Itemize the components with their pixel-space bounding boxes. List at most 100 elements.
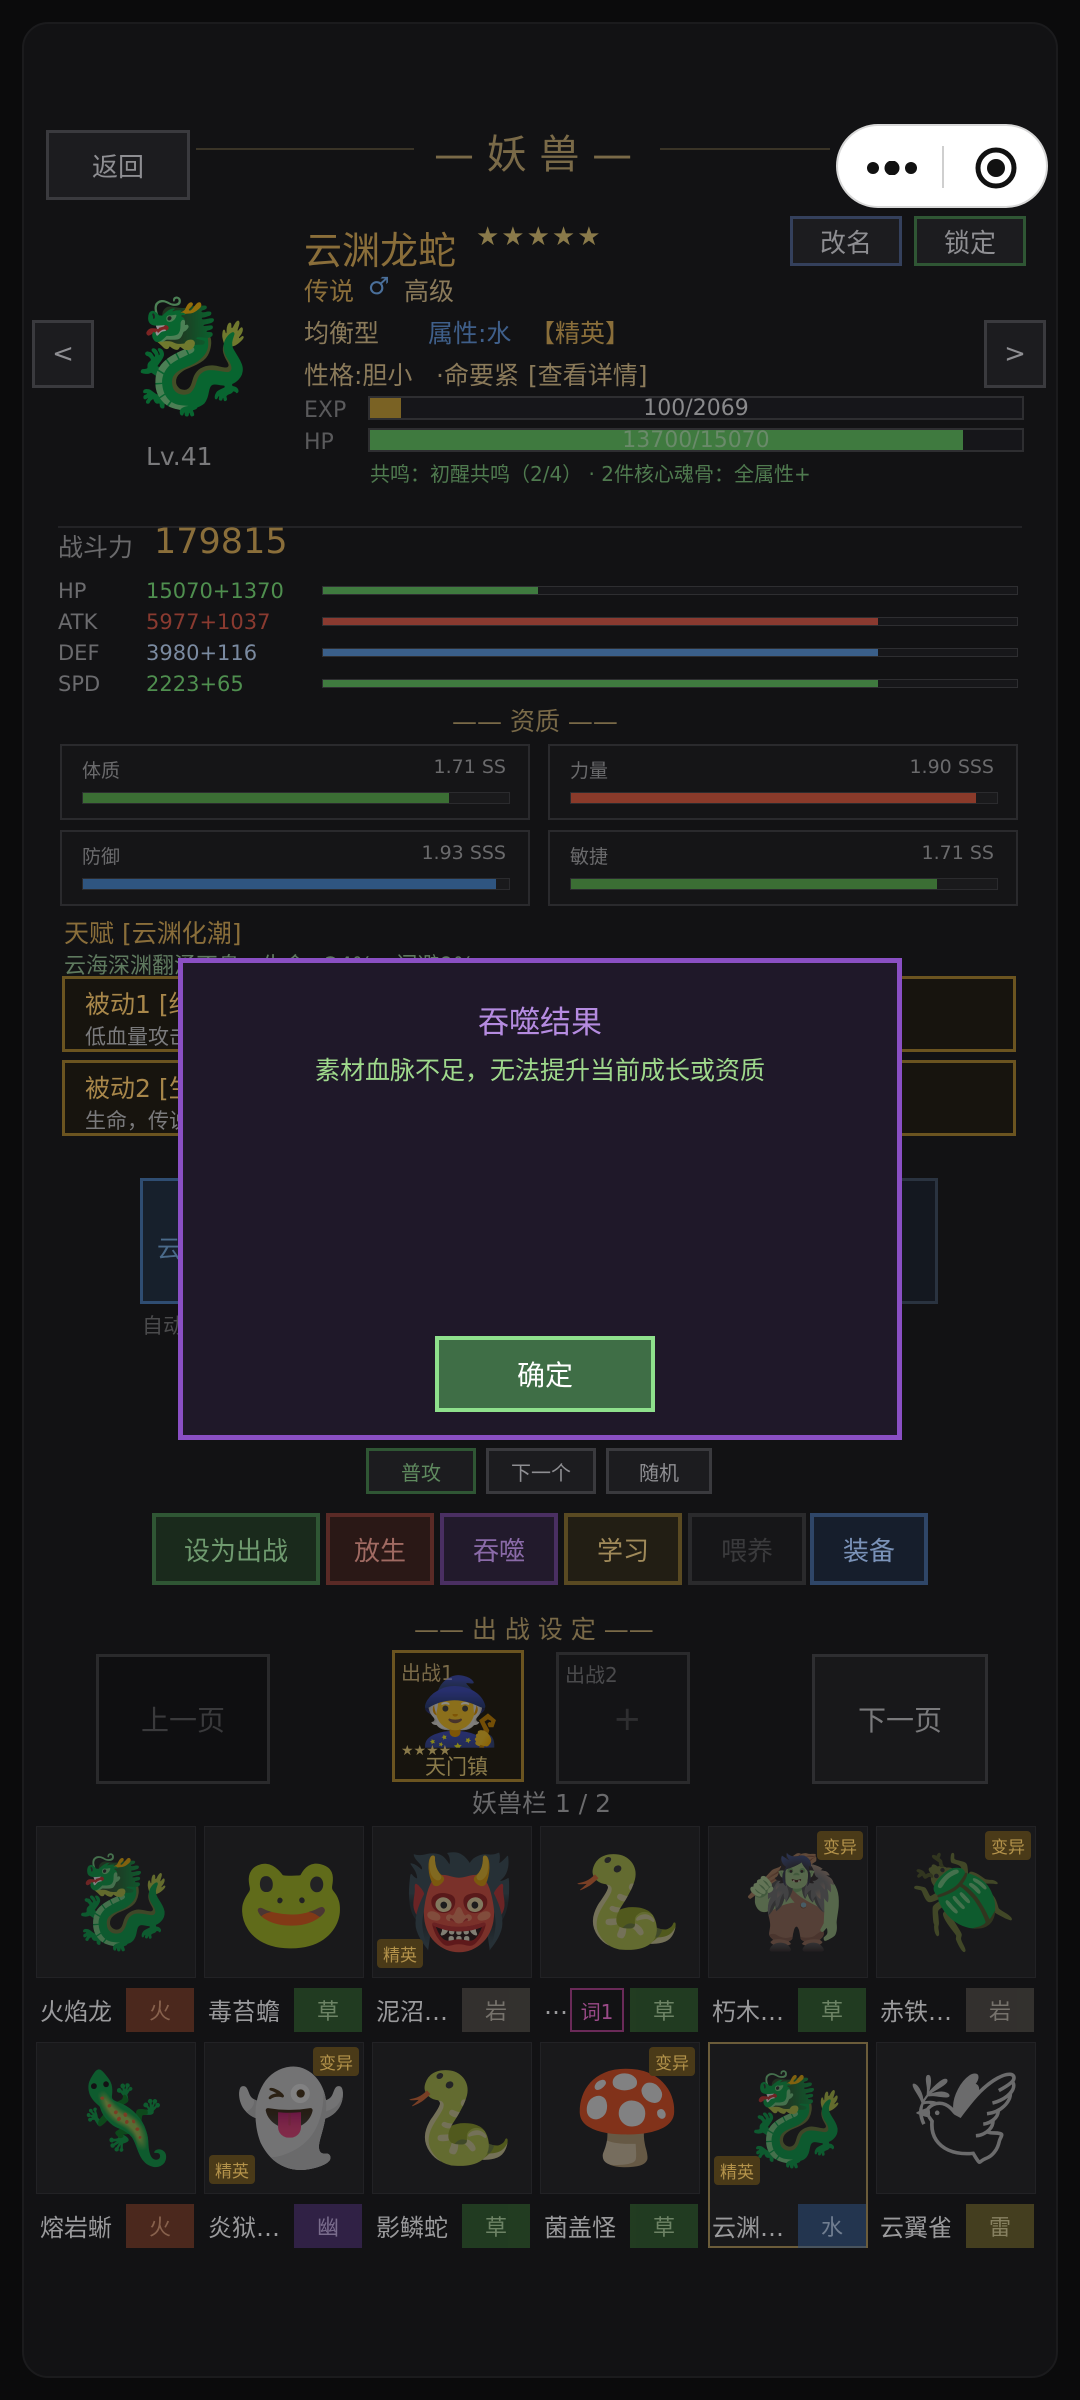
pet-card-portrait: 👹 xyxy=(403,1850,516,1955)
element-tag: 草 xyxy=(630,1988,698,2032)
pet-card-portrait: 🐉 xyxy=(740,2067,853,2172)
prev-pet-button[interactable]: < xyxy=(32,320,94,388)
pet-attribute: 属性:水 xyxy=(428,319,512,348)
battle-slot-2-plus: + xyxy=(613,1699,642,1739)
pet-card[interactable]: 🪲 变异 xyxy=(876,1826,1036,1978)
aptitude-grade: 1.90 SSS xyxy=(909,756,994,778)
pet-card[interactable]: 🍄 变异 xyxy=(540,2042,700,2194)
passive-1-desc: 低血量攻击 xyxy=(85,1025,190,1049)
elite-badge: 精英 xyxy=(714,2156,760,2185)
pet-card-portrait: 🦎 xyxy=(67,2066,180,2171)
pet-card[interactable]: 🧌 变异 xyxy=(708,1826,868,1978)
stat-bar xyxy=(322,617,1018,626)
pet-card[interactable]: 🕊 xyxy=(876,2042,1036,2194)
talent-title: 天赋 [云渊化潮] xyxy=(64,919,242,948)
element-tag: 雷 xyxy=(966,2204,1034,2248)
back-button[interactable]: 返回 xyxy=(46,130,190,200)
capsule-divider xyxy=(942,146,944,188)
confirm-button[interactable]: 确定 xyxy=(435,1336,655,1412)
stat-bar xyxy=(322,679,1018,688)
exp-bar: 100/2069 xyxy=(368,396,1024,421)
element-tag: 草 xyxy=(630,2204,698,2248)
stat-value: 15070+1370 xyxy=(146,579,284,603)
next-pet-button[interactable]: > xyxy=(984,320,1046,388)
aptitude-card: 体质 1.71 SS xyxy=(60,744,530,820)
page-title: — 妖 兽 — xyxy=(434,132,633,178)
stat-label: DEF xyxy=(58,641,100,665)
element-tag: 岩 xyxy=(462,1988,530,2032)
hp-label: HP xyxy=(304,430,334,455)
battle-setup-title: —— 出 战 设 定 —— xyxy=(414,1615,654,1644)
aptitude-card: 敏捷 1.71 SS xyxy=(548,830,1018,906)
prev-page-button[interactable]: 上一页 xyxy=(96,1654,270,1784)
pet-card-name: 毒苔蟾 xyxy=(208,1998,280,2026)
skill-slot-right[interactable] xyxy=(898,1178,938,1304)
element-tag: 草 xyxy=(462,2204,530,2248)
feed-button[interactable]: 喂养 xyxy=(688,1513,806,1585)
pet-card-portrait: 🐍 xyxy=(571,1850,684,1955)
aptitude-bar-fill xyxy=(83,879,497,889)
stat-value: 5977+1037 xyxy=(146,610,271,634)
aptitude-name: 力量 xyxy=(570,760,609,782)
dialog-message: 素材血脉不足，无法提升当前成长或资质 xyxy=(314,1056,765,1085)
pet-card[interactable]: 👻 精英 变异 xyxy=(204,2042,364,2194)
target-circle-icon xyxy=(974,146,1018,194)
pet-level: Lv.41 xyxy=(146,442,213,471)
devour-button[interactable]: 吞噬 xyxy=(440,1513,558,1585)
pet-card[interactable]: 🐸 xyxy=(204,1826,364,1978)
pet-card-name: 炎狱… xyxy=(208,2214,280,2242)
exp-label: EXP xyxy=(304,398,347,423)
pet-card[interactable]: 🐍 xyxy=(372,2042,532,2194)
stat-label: SPD xyxy=(58,672,101,696)
dialog-title: 吞噬结果 xyxy=(478,1005,602,1041)
combat-power-value: 179815 xyxy=(154,522,288,562)
element-tag: 火 xyxy=(126,2204,194,2248)
aptitude-card: 力量 1.90 SSS xyxy=(548,744,1018,820)
close-miniprogram-button[interactable] xyxy=(946,126,1046,206)
view-details-link[interactable]: [查看详情] xyxy=(528,356,648,392)
lock-button[interactable]: 锁定 xyxy=(914,216,1026,266)
pet-gender: ♂ xyxy=(368,272,390,300)
aptitude-bar xyxy=(570,878,998,890)
aptitude-name: 敏捷 xyxy=(570,846,609,868)
pet-card-name: 朽木… xyxy=(712,1998,784,2026)
elite-badge: 精英 xyxy=(209,2155,255,2184)
aptitude-bar-fill xyxy=(83,793,450,803)
pet-type: 均衡型 xyxy=(304,319,380,348)
battle-slot-1[interactable]: 出战1 🧙 ★★★★ 天门镇 xyxy=(392,1650,524,1782)
devour-result-dialog: 吞噬结果 素材血脉不足，无法提升当前成长或资质 确定 xyxy=(178,958,902,1440)
pet-card-name: 云翼雀 xyxy=(880,2214,952,2242)
pet-card-name: 泥沼… xyxy=(376,1998,448,2026)
pet-rarity: 传说 xyxy=(304,277,355,306)
pet-card[interactable]: 🐉 xyxy=(36,1826,196,1978)
stat-value: 3980+116 xyxy=(146,641,258,665)
stat-bar-fill xyxy=(323,649,879,656)
stat-bar xyxy=(322,648,1018,657)
rename-button[interactable]: 改名 xyxy=(790,216,902,266)
pet-card[interactable]: 🦎 xyxy=(36,2042,196,2194)
hp-bar: 13700/15070 xyxy=(368,428,1024,453)
pet-card[interactable]: 👹 精英 xyxy=(372,1826,532,1978)
pet-card-name: 菌盖怪 xyxy=(544,2214,616,2242)
next-button[interactable]: 下一个 xyxy=(486,1448,596,1494)
element-tag: 草 xyxy=(294,1988,362,2032)
equip-button[interactable]: 装备 xyxy=(810,1513,928,1585)
pet-card-portrait: 👻 xyxy=(235,2066,348,2171)
random-button[interactable]: 随机 xyxy=(606,1448,712,1494)
release-button[interactable]: 放生 xyxy=(326,1513,434,1585)
next-page-button[interactable]: 下一页 xyxy=(812,1654,988,1784)
pet-card-name: 熔岩蜥 xyxy=(40,2214,112,2242)
bag-title: 妖兽栏 1 / 2 xyxy=(472,1789,612,1818)
learn-button[interactable]: 学习 xyxy=(564,1513,682,1585)
pet-card-portrait: 🍄 xyxy=(571,2066,684,2171)
deploy-button[interactable]: 设为出战 xyxy=(152,1513,320,1585)
stat-bar-fill xyxy=(323,680,879,687)
pet-card-name: … xyxy=(544,1992,568,2020)
pet-card[interactable]: 🐍 xyxy=(540,1826,700,1978)
miniprogram-capsule xyxy=(836,124,1048,208)
stat-bar-fill xyxy=(323,618,879,625)
mutation-badge: 变异 xyxy=(817,1831,863,1860)
more-options-button[interactable] xyxy=(838,126,942,206)
battle-slot-2[interactable]: 出战2 + xyxy=(556,1652,690,1784)
normal-attack-button[interactable]: 普攻 xyxy=(366,1448,476,1494)
